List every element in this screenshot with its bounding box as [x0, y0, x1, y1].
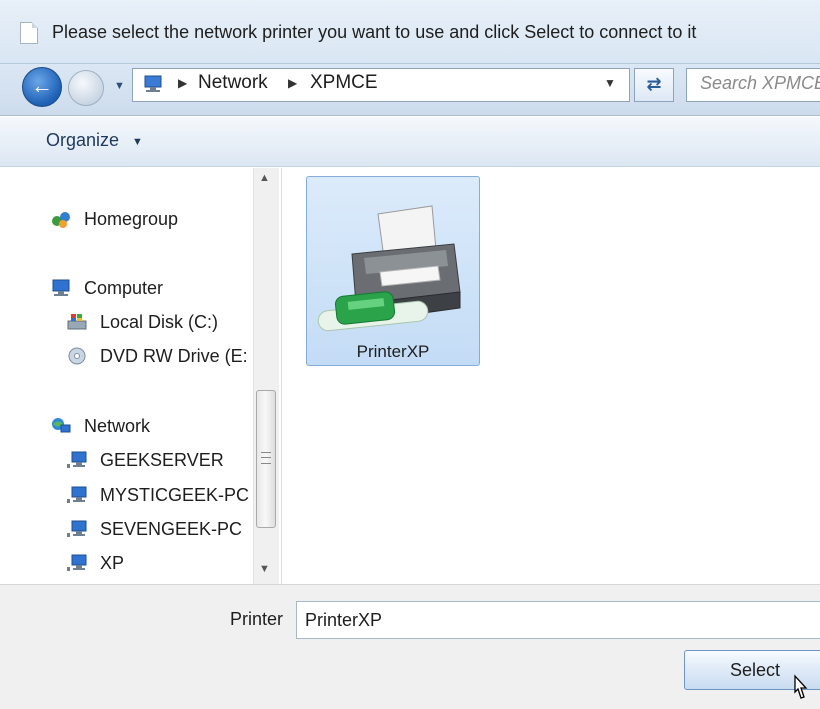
forward-button[interactable]	[68, 70, 104, 106]
networked-computer-icon	[67, 486, 87, 503]
sidebar-item-mysticgeek-pc[interactable]: MYSTICGEEK-PC	[100, 485, 249, 506]
back-arrow-icon: ←	[31, 73, 53, 98]
recent-pages-button[interactable]: ▼	[114, 80, 128, 92]
address-history-dropdown-icon[interactable]: ▼	[604, 76, 616, 90]
breadcrumb-separator-icon[interactable]: ▶	[178, 76, 187, 90]
search-placeholder: Search XPMCE	[700, 73, 820, 93]
network-printer-icon	[317, 205, 461, 332]
command-bar	[0, 117, 820, 167]
breadcrumb-separator-icon[interactable]: ▶	[288, 76, 297, 90]
dvd-drive-icon	[68, 347, 86, 365]
sidebar-item-dvd-drive[interactable]: DVD RW Drive (E:	[100, 346, 248, 367]
printer-item-label: PrinterXP	[356, 342, 430, 361]
sidebar-item-network[interactable]: Network	[84, 416, 150, 437]
printer-field-label: Printer	[230, 609, 284, 629]
breadcrumb-xpmce[interactable]: XPMCE	[310, 72, 378, 94]
local-disk-icon	[67, 314, 87, 330]
sidebar-item-geekserver[interactable]: GEEKSERVER	[100, 450, 224, 471]
back-button[interactable]: ←	[22, 67, 62, 107]
mouse-cursor-icon	[794, 674, 808, 699]
breadcrumb-network[interactable]: Network	[198, 72, 268, 94]
sidebar-item-homegroup[interactable]: Homegroup	[84, 209, 178, 230]
organize-button[interactable]: Organize	[46, 130, 119, 151]
network-location-icon	[144, 75, 162, 92]
networked-computer-icon	[67, 520, 87, 537]
refresh-icon: ⇄	[646, 74, 662, 94]
document-icon	[20, 22, 38, 44]
scrollbar-grip-icon	[261, 452, 271, 464]
refresh-button[interactable]: ⇄	[634, 68, 674, 102]
window-title: Please select the network printer you wa…	[52, 22, 697, 42]
scroll-up-arrow-icon[interactable]: ▲	[259, 172, 270, 184]
computer-icon	[52, 279, 70, 296]
sidebar-item-computer[interactable]: Computer	[84, 278, 163, 299]
sidebar-item-local-disk[interactable]: Local Disk (C:)	[100, 312, 218, 333]
networked-computer-icon	[67, 451, 87, 468]
sidebar-item-xp[interactable]: XP	[100, 553, 124, 574]
sidebar-item-sevengeek-pc[interactable]: SEVENGEEK-PC	[100, 519, 242, 540]
networked-computer-icon	[67, 554, 87, 571]
organize-dropdown-icon[interactable]: ▼	[132, 136, 143, 148]
scroll-down-arrow-icon[interactable]: ▼	[259, 563, 270, 575]
printer-name-input[interactable]	[296, 601, 820, 639]
homegroup-icon	[52, 212, 70, 228]
network-icon	[52, 418, 71, 433]
